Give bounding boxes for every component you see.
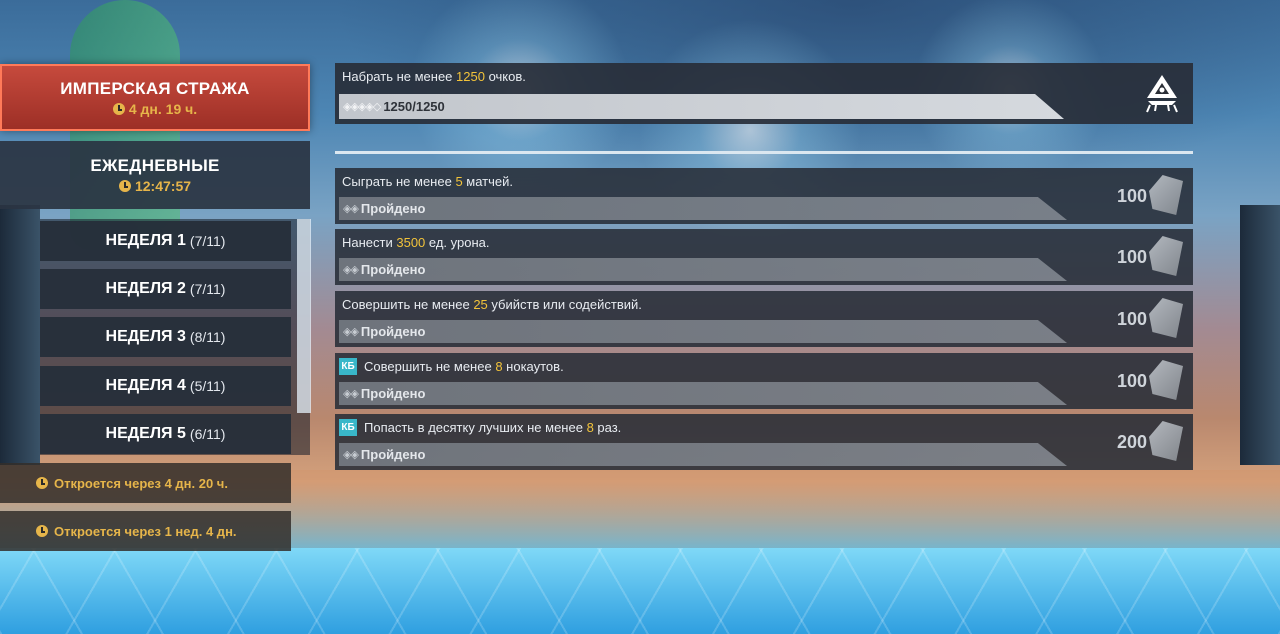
challenge-row[interactable]: Нанести 3500 ед. урона. ◈◈ Пройдено 100 xyxy=(335,229,1193,285)
reward-amount: 100 xyxy=(1116,186,1147,206)
battlepass-star-icon xyxy=(1149,360,1183,400)
tier-diamonds: ◈◈ xyxy=(343,264,359,276)
challenge-target: 8 xyxy=(586,420,594,435)
challenge-text: Нанести 3500 ед. урона. xyxy=(342,235,489,250)
challenge-text-pre: Совершить не менее xyxy=(342,297,474,312)
challenge-target: 25 xyxy=(473,297,488,312)
reward-amount: 100 xyxy=(1116,309,1147,329)
challenge-target: 5 xyxy=(455,174,463,189)
challenge-text: Попасть в десятку лучших не менее 8 раз. xyxy=(364,420,621,435)
challenge-target: 1250 xyxy=(456,69,485,84)
battlepass-star-icon xyxy=(1149,236,1183,276)
week-progress-count: (8/11) xyxy=(189,329,226,345)
progress-text: 1250/1250 xyxy=(383,99,445,114)
challenge-text-post: очков. xyxy=(484,69,526,84)
challenge-progress-bar: ◈◈ Пройдено xyxy=(339,320,1067,343)
challenge-progress-bar: ◈◈ Пройдено xyxy=(339,382,1067,405)
week-progress-count: (5/11) xyxy=(189,378,226,394)
week-label: НЕДЕЛЯ 2 xyxy=(105,280,186,297)
event-challenge-panel[interactable]: Набрать не менее 1250 очков. ◈◈◈◈◇ 1250/… xyxy=(335,63,1193,124)
challenge-status: Пройдено xyxy=(360,324,426,339)
tab-imperial-guard-timer: 4 дн. 19 ч. xyxy=(112,100,198,117)
challenge-status: Пройдено xyxy=(360,201,426,216)
tab-week-3[interactable]: НЕДЕЛЯ 3 (8/11) xyxy=(40,317,291,357)
tier-diamonds: ◈◈ xyxy=(343,388,359,400)
imperial-guard-emblem-icon xyxy=(1146,75,1178,113)
challenge-target: 3500 xyxy=(396,235,426,250)
battlepass-star-icon xyxy=(1149,175,1183,215)
challenge-text-pre: Совершить не менее xyxy=(364,359,496,374)
challenge-text-post: матчей. xyxy=(462,174,513,189)
challenge-row[interactable]: КБ Попасть в десятку лучших не менее 8 ра… xyxy=(335,414,1193,470)
tab-imperial-guard-title: ИМПЕРСКАЯ СТРАЖА xyxy=(60,78,250,98)
challenge-progress-bar: ◈◈ Пройдено xyxy=(339,443,1067,466)
tab-week-4[interactable]: НЕДЕЛЯ 4 (5/11) xyxy=(40,366,291,406)
background-dance-floor xyxy=(0,548,1280,634)
challenge-text-post: убийств или содействий. xyxy=(487,297,642,312)
battlepass-star-icon xyxy=(1149,421,1183,461)
challenge-text-pre: Набрать не менее xyxy=(342,69,457,84)
challenge-text: Набрать не менее 1250 очков. xyxy=(342,69,526,84)
challenge-row[interactable]: Сыграть не менее 5 матчей. ◈◈ Пройдено 100 xyxy=(335,168,1193,224)
background-speaker xyxy=(0,205,40,465)
tab-daily[interactable]: ЕЖЕДНЕВНЫЕ 12:47:57 xyxy=(0,141,310,209)
tier-diamonds: ◈◈◈◈◇ xyxy=(343,101,381,113)
reward-amount: 100 xyxy=(1116,371,1147,391)
week-label: НЕДЕЛЯ 5 xyxy=(105,425,186,442)
week-progress-count: (7/11) xyxy=(189,281,226,297)
week-list-scrollbar[interactable] xyxy=(297,219,311,413)
reward-amount: 100 xyxy=(1116,247,1147,267)
challenge-progress-bar: ◈◈◈◈◇ 1250/1250 xyxy=(339,94,1064,119)
tier-diamonds: ◈◈ xyxy=(343,449,359,461)
week-label: НЕДЕЛЯ 1 xyxy=(105,232,186,249)
challenge-row[interactable]: Совершить не менее 25 убийств или содейс… xyxy=(335,291,1193,347)
week-progress-count: (7/11) xyxy=(189,233,226,249)
locked-week-6[interactable]: Откроется через 4 дн. 20 ч. xyxy=(0,463,291,503)
challenge-text: Совершить не менее 25 убийств или содейс… xyxy=(342,297,642,312)
battle-royale-badge: КБ xyxy=(339,358,357,375)
clock-icon xyxy=(36,525,48,537)
challenge-text-pre: Сыграть не менее xyxy=(342,174,456,189)
challenge-progress-bar: ◈◈ Пройдено xyxy=(339,258,1067,281)
clock-icon xyxy=(36,477,48,489)
locked-text: Откроется через 4 дн. 20 ч. xyxy=(54,475,228,491)
section-divider xyxy=(335,151,1193,154)
clock-icon xyxy=(112,102,125,115)
timer-text: 12:47:57 xyxy=(134,178,192,194)
challenge-status: Пройдено xyxy=(360,262,426,277)
challenge-text: Сыграть не менее 5 матчей. xyxy=(342,174,513,189)
background-speaker xyxy=(1240,205,1280,465)
battle-royale-badge: КБ xyxy=(339,419,357,436)
challenge-row[interactable]: КБ Совершить не менее 8 нокаутов. ◈◈ Пройде… xyxy=(335,353,1193,409)
challenge-text-pre: Попасть в десятку лучших не менее xyxy=(364,420,587,435)
week-label: НЕДЕЛЯ 4 xyxy=(105,377,186,394)
reward-amount: 200 xyxy=(1116,432,1147,452)
challenge-text-pre: Нанести xyxy=(342,235,397,250)
tab-week-5[interactable]: НЕДЕЛЯ 5 (6/11) xyxy=(40,414,291,454)
challenge-text: Совершить не менее 8 нокаутов. xyxy=(364,359,564,374)
tab-daily-title: ЕЖЕДНЕВНЫЕ xyxy=(90,156,220,175)
challenge-progress-bar: ◈◈ Пройдено xyxy=(339,197,1067,220)
challenge-target: 8 xyxy=(495,359,503,374)
clock-icon xyxy=(118,180,131,192)
tab-week-1[interactable]: НЕДЕЛЯ 1 (7/11) xyxy=(40,221,291,261)
tab-week-2[interactable]: НЕДЕЛЯ 2 (7/11) xyxy=(40,269,291,309)
challenge-text-post: раз. xyxy=(593,420,622,435)
tier-diamonds: ◈◈ xyxy=(343,203,359,215)
challenge-text-post: ед. урона. xyxy=(425,235,490,250)
tier-diamonds: ◈◈ xyxy=(343,326,359,338)
tab-daily-timer: 12:47:57 xyxy=(118,178,192,194)
tab-imperial-guard[interactable]: ИМПЕРСКАЯ СТРАЖА 4 дн. 19 ч. xyxy=(0,64,310,131)
week-label: НЕДЕЛЯ 3 xyxy=(105,328,186,345)
timer-text: 4 дн. 19 ч. xyxy=(128,100,198,117)
locked-week-7[interactable]: Откроется через 1 нед. 4 дн. xyxy=(0,511,291,551)
challenge-text-post: нокаутов. xyxy=(502,359,564,374)
battlepass-star-icon xyxy=(1149,298,1183,338)
week-progress-count: (6/11) xyxy=(189,426,226,442)
locked-text: Откроется через 1 нед. 4 дн. xyxy=(54,523,237,539)
challenge-status: Пройдено xyxy=(360,386,426,401)
challenge-status: Пройдено xyxy=(360,447,426,462)
